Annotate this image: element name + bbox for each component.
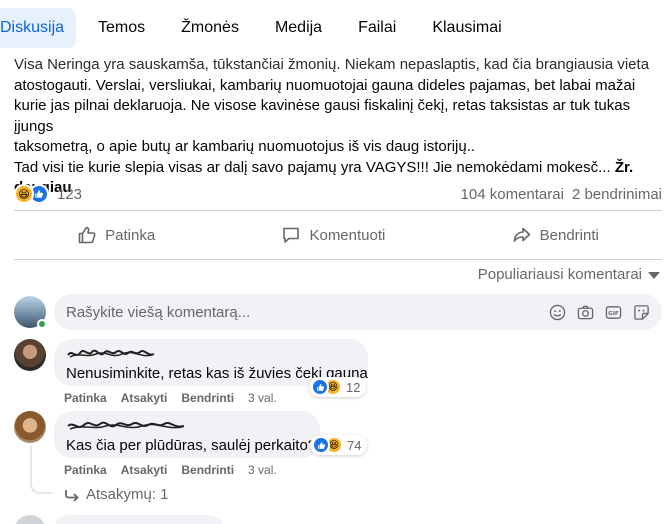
share-button-label: Bendrinti	[539, 226, 599, 244]
tab-diskusija[interactable]: Diskusija	[0, 8, 77, 48]
post-line-text: Tad visi tie kurie slepia visas ar dalį …	[14, 158, 615, 176]
group-tabs: Diskusija Temos Žmonės Medija Failai Kla…	[0, 0, 670, 56]
comment-reply-link[interactable]: Atsakyti	[121, 391, 168, 405]
comments-count[interactable]: 104 komentarai	[461, 186, 564, 203]
comment-author-redacted[interactable]	[66, 347, 356, 361]
comment-like-link[interactable]: Patinka	[64, 391, 107, 405]
emoji-icon[interactable]	[548, 303, 566, 321]
comment-share-link[interactable]: Bendrinti	[181, 463, 234, 477]
comment-timestamp[interactable]: 3 val.	[248, 391, 277, 405]
comment-timestamp[interactable]: 3 val.	[248, 463, 277, 477]
comment-button-label: Komentuoti	[309, 226, 386, 244]
post-body: Visa Neringa yra sauskamša, tūkstančiai …	[14, 55, 664, 199]
reply-thread-line	[30, 446, 52, 494]
thumbs-up-icon	[78, 226, 96, 244]
comment-sort-label: Populiariausi komentarai	[477, 266, 642, 283]
comment-input[interactable]: Rašykite viešą komentarą... GIF	[54, 294, 662, 330]
like-button-label: Patinka	[105, 226, 156, 244]
view-replies-label: Atsakymų: 1	[86, 486, 169, 503]
avatar[interactable]	[14, 515, 46, 524]
svg-text:GIF: GIF	[608, 310, 619, 316]
shares-count[interactable]: 2 bendrinimai	[572, 186, 662, 203]
online-status-dot	[37, 319, 47, 329]
tab-medija[interactable]: Medija	[261, 8, 336, 48]
comment-actions: Patinka Atsakyti Bendrinti 3 val.	[64, 463, 277, 477]
comment-text: Kas čia per plūdūras, saulėj perkaito?	[66, 437, 317, 454]
comment-sort-dropdown[interactable]: Populiariausi komentarai	[478, 266, 660, 283]
comment-share-link[interactable]: Bendrinti	[181, 391, 234, 405]
post-line: Visa Neringa yra sauskamša, tūkstančiai …	[14, 56, 650, 73]
comment-reactions[interactable]: 😆 12	[309, 377, 367, 397]
camera-icon[interactable]	[576, 303, 594, 321]
comment-composer: Rašykite viešą komentarą... GIF	[14, 294, 662, 330]
comment-actions: Patinka Atsakyti Bendrinti 3 val.	[64, 391, 277, 405]
comment-bubble	[54, 515, 224, 524]
gif-icon[interactable]: GIF	[604, 303, 622, 321]
comment-like-link[interactable]: Patinka	[64, 463, 107, 477]
post-line: atostogauti. Verslai, versliukai, kambar…	[14, 76, 636, 94]
comment-reaction-count: 12	[346, 379, 361, 395]
share-icon	[513, 227, 530, 242]
post-action-bar: Patinka Komentuoti Bendrinti	[14, 210, 662, 260]
haha-reaction-icon: 😆	[14, 184, 34, 204]
comment-reactions[interactable]: 😆 74	[310, 435, 368, 455]
comment-reaction-count: 74	[347, 437, 362, 453]
reaction-icons[interactable]: 😆	[14, 184, 49, 204]
reaction-count[interactable]: 123	[57, 186, 82, 203]
comment-button[interactable]: Komentuoti	[271, 219, 395, 251]
tab-zmones[interactable]: Žmonės	[167, 8, 253, 48]
post-line: taksometrą, o apie butų ar kambarių nuom…	[14, 138, 476, 155]
post-reactions-row: 😆 123 104 komentarai 2 bendrinimai	[14, 182, 662, 206]
comment-author-redacted[interactable]	[66, 419, 308, 433]
like-reaction-icon	[312, 436, 330, 454]
chevron-down-icon	[648, 272, 660, 279]
tab-temos[interactable]: Temos	[84, 8, 159, 48]
avatar[interactable]	[14, 296, 47, 329]
comment-icon	[283, 227, 300, 243]
view-replies-link[interactable]: Atsakymų: 1	[64, 486, 169, 503]
tab-klausimai[interactable]: Klausimai	[418, 8, 515, 48]
avatar[interactable]	[14, 411, 46, 443]
comment-reply-link[interactable]: Atsakyti	[121, 463, 168, 477]
share-button[interactable]: Bendrinti	[502, 219, 609, 251]
tab-failai[interactable]: Failai	[344, 8, 410, 48]
like-reaction-icon	[311, 378, 329, 396]
reply-arrow-icon	[65, 489, 79, 502]
like-button[interactable]: Patinka	[67, 219, 165, 251]
post-line: kurie jas pilnai deklaruoja. Ne visose k…	[14, 97, 631, 135]
post-stats: 104 komentarai 2 bendrinimai	[461, 186, 662, 203]
composer-icons: GIF	[548, 303, 650, 321]
comment-input-placeholder: Rašykite viešą komentarą...	[66, 303, 251, 321]
avatar[interactable]	[14, 339, 46, 371]
comment-bubble: Kas čia per plūdūras, saulėj perkaito?	[54, 411, 320, 458]
sticker-icon[interactable]	[632, 303, 650, 321]
